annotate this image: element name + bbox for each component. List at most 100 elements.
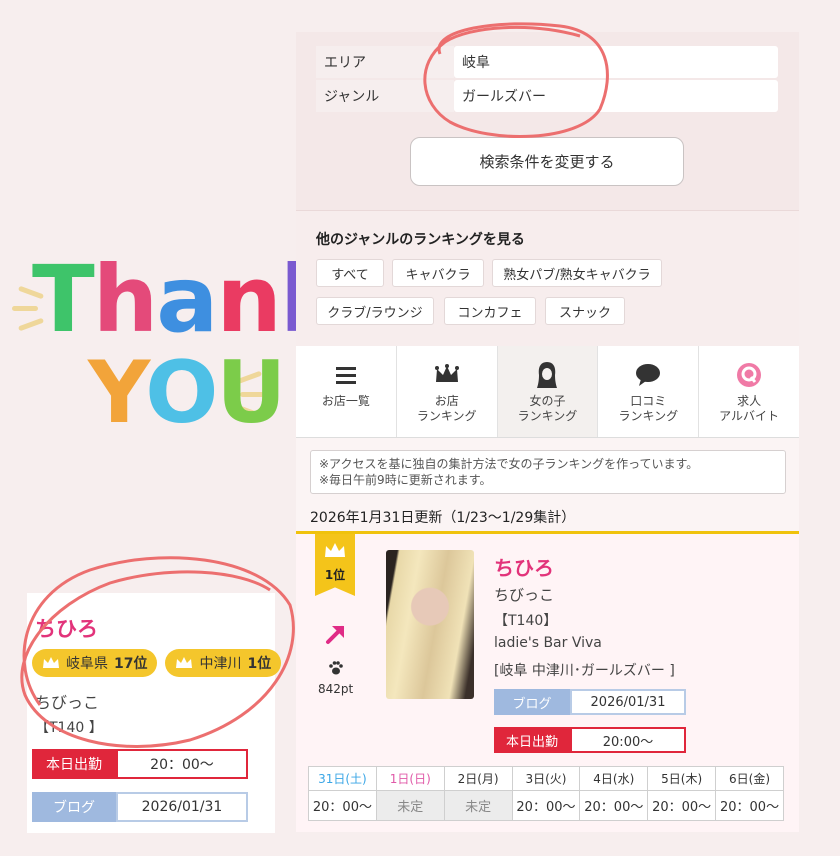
nav-label: 求人 アルバイト [719,394,780,423]
nav-job[interactable]: 求人 アルバイト [699,346,799,437]
ranking-nav: お店一覧 お店 ランキング 女の子 ランキング 口コミ ランキング 求人 アルバ… [296,346,799,438]
girl-size: 【T140 】 [35,720,103,736]
blog-row[interactable]: ブログ 2026/01/31 [494,689,686,715]
schedule-day: 6日(金) [715,766,784,791]
schedule-day: 3日(火) [511,766,581,791]
points: 842pt [318,682,354,696]
paw-icon [329,661,343,675]
q-icon [736,360,762,390]
speech-bubble-icon [635,360,661,390]
rank-flag: 1位 [315,534,355,596]
search-conditions: エリア 岐阜 ジャンル ガールズバー 検索条件を変更する [296,32,799,210]
crown-icon [176,657,193,668]
shop-location: [岐阜 中津川･ガールズバー ] [494,663,675,679]
nav-label: お店一覧 [321,394,370,408]
letter: h [92,246,158,353]
schedule-day: 31日(土) [308,766,377,791]
change-search-button[interactable]: 検索条件を変更する [410,137,684,186]
genre-chip-concafe[interactable]: コンカフェ [444,297,536,325]
girl-subtitle: ちびっこ [494,586,555,604]
badge-label: 中津川 [199,656,242,672]
ranking-entry: 1位 842pt ちひろ ちびっこ 【T140】 ladie's Bar Viv… [296,534,799,832]
list-icon [335,360,357,390]
shop-name[interactable]: ladie's Bar Viva [494,635,602,651]
today-shift-value: 20：00〜 [116,749,248,779]
genre-row: ジャンル ガールズバー [316,80,778,112]
genre-chip-all[interactable]: すべて [316,259,384,287]
letter: a [156,246,218,353]
thank-you-sticker: Thank YOU [0,240,341,450]
genre-chip-cabaret[interactable]: キャバクラ [392,259,484,287]
genre-chip-mature[interactable]: 熟女パブ/熟女キャバクラ [492,259,662,287]
schedule-value: 未定 [375,790,445,821]
rank-badge-prefecture[interactable]: 岐阜県 17位 [32,649,158,677]
schedule-day: 5日(木) [647,766,717,791]
blog-date: 2026/01/31 [570,689,686,715]
badge-label: 岐阜県 [66,656,108,672]
today-shift-label: 本日出勤 [32,749,116,779]
today-shift-value: 20:00〜 [570,727,686,753]
schedule-value: 20：00〜 [647,790,717,821]
crown-icon [43,657,59,668]
weekly-schedule: 31日(土) 1日(日) 2日(月) 3日(火) 4日(水) 5日(木) 6日(… [308,766,784,821]
nav-shop-list[interactable]: お店一覧 [296,346,397,437]
ranking-note: ※アクセスを基に独自の集計方法で女の子ランキングを作っています。 ※毎日午前9時… [310,450,786,494]
schedule-value: 20：00〜 [579,790,649,821]
girl-icon [536,360,558,390]
letter: U [216,343,286,443]
you-word: YOU [88,343,286,443]
rank-number: 1位 [324,568,346,582]
today-shift-label: 本日出勤 [494,727,570,753]
note-line: ※アクセスを基に独自の集計方法で女の子ランキングを作っています。 [319,457,699,471]
schedule-values-row: 20：00〜 未定 未定 20：00〜 20：00〜 20：00〜 20：00〜 [308,790,784,821]
nav-girl-ranking[interactable]: 女の子 ランキング [497,346,599,437]
genre-label: ジャンル [316,80,454,112]
nav-label: 口コミ ランキング [618,394,679,423]
badge-rank: 1位 [247,656,272,672]
letter: n [216,246,281,353]
area-value: 岐阜 [454,46,778,78]
schedule-value: 未定 [443,790,513,821]
genre-chip-snack[interactable]: スナック [545,297,625,325]
schedule-value: 20：00〜 [308,790,377,821]
rank-badge-city[interactable]: 中津川 1位 [165,649,282,677]
today-shift-row: 本日出勤 20：00〜 [32,749,248,779]
other-genre-section: 他のジャンルのランキングを見る すべて キャバクラ 熟女パブ/熟女キャバクラ ク… [296,210,799,346]
nav-label: 女の子 ランキング [517,394,578,423]
schedule-value: 20：00〜 [715,790,784,821]
blog-row[interactable]: ブログ 2026/01/31 [32,792,248,822]
nav-review-ranking[interactable]: 口コミ ランキング [598,346,700,437]
profile-card: ちひろ 岐阜県 17位 中津川 1位 ちびっこ 【T140 】 本日出勤 20：00… [27,593,282,833]
updated-date: 2026年1月31日更新（1/23〜1/29集計） [310,510,576,526]
girl-photo[interactable] [386,550,474,699]
schedule-day: 2日(月) [443,766,513,791]
blog-label: ブログ [32,792,116,822]
schedule-value: 20：00〜 [511,790,581,821]
area-label: エリア [316,46,454,78]
schedule-day: 4日(水) [579,766,649,791]
other-genre-title: 他のジャンルのランキングを見る [316,232,525,248]
note-line: ※毎日午前9時に更新されます。 [319,473,492,487]
letter: Y [88,343,147,443]
trend-up-arrow-icon [326,626,344,644]
today-shift-row: 本日出勤 20:00〜 [494,727,686,753]
letter: O [145,343,218,443]
girl-name[interactable]: ちひろ [494,552,554,581]
schedule-days-row: 31日(土) 1日(日) 2日(月) 3日(火) 4日(水) 5日(木) 6日(… [308,766,784,791]
letter: T [32,246,95,353]
badge-rank: 17位 [114,656,148,672]
schedule-day: 1日(日) [375,766,445,791]
nav-shop-ranking[interactable]: お店 ランキング [397,346,498,437]
nav-label: お店 ランキング [416,394,477,423]
girl-name[interactable]: ちひろ [35,613,98,643]
crown-icon [325,543,345,557]
blog-label: ブログ [494,689,570,715]
rank-badges: 岐阜県 17位 中津川 1位 [32,649,282,677]
girl-size: 【T140】 [494,613,558,629]
ranking-page: エリア 岐阜 ジャンル ガールズバー 検索条件を変更する 他のジャンルのランキン… [296,32,799,832]
area-row: エリア 岐阜 [316,46,778,78]
genre-value: ガールズバー [454,80,778,112]
girl-subtitle: ちびっこ [35,693,100,712]
blog-date: 2026/01/31 [116,792,248,822]
genre-chip-club[interactable]: クラブ/ラウンジ [316,297,434,325]
